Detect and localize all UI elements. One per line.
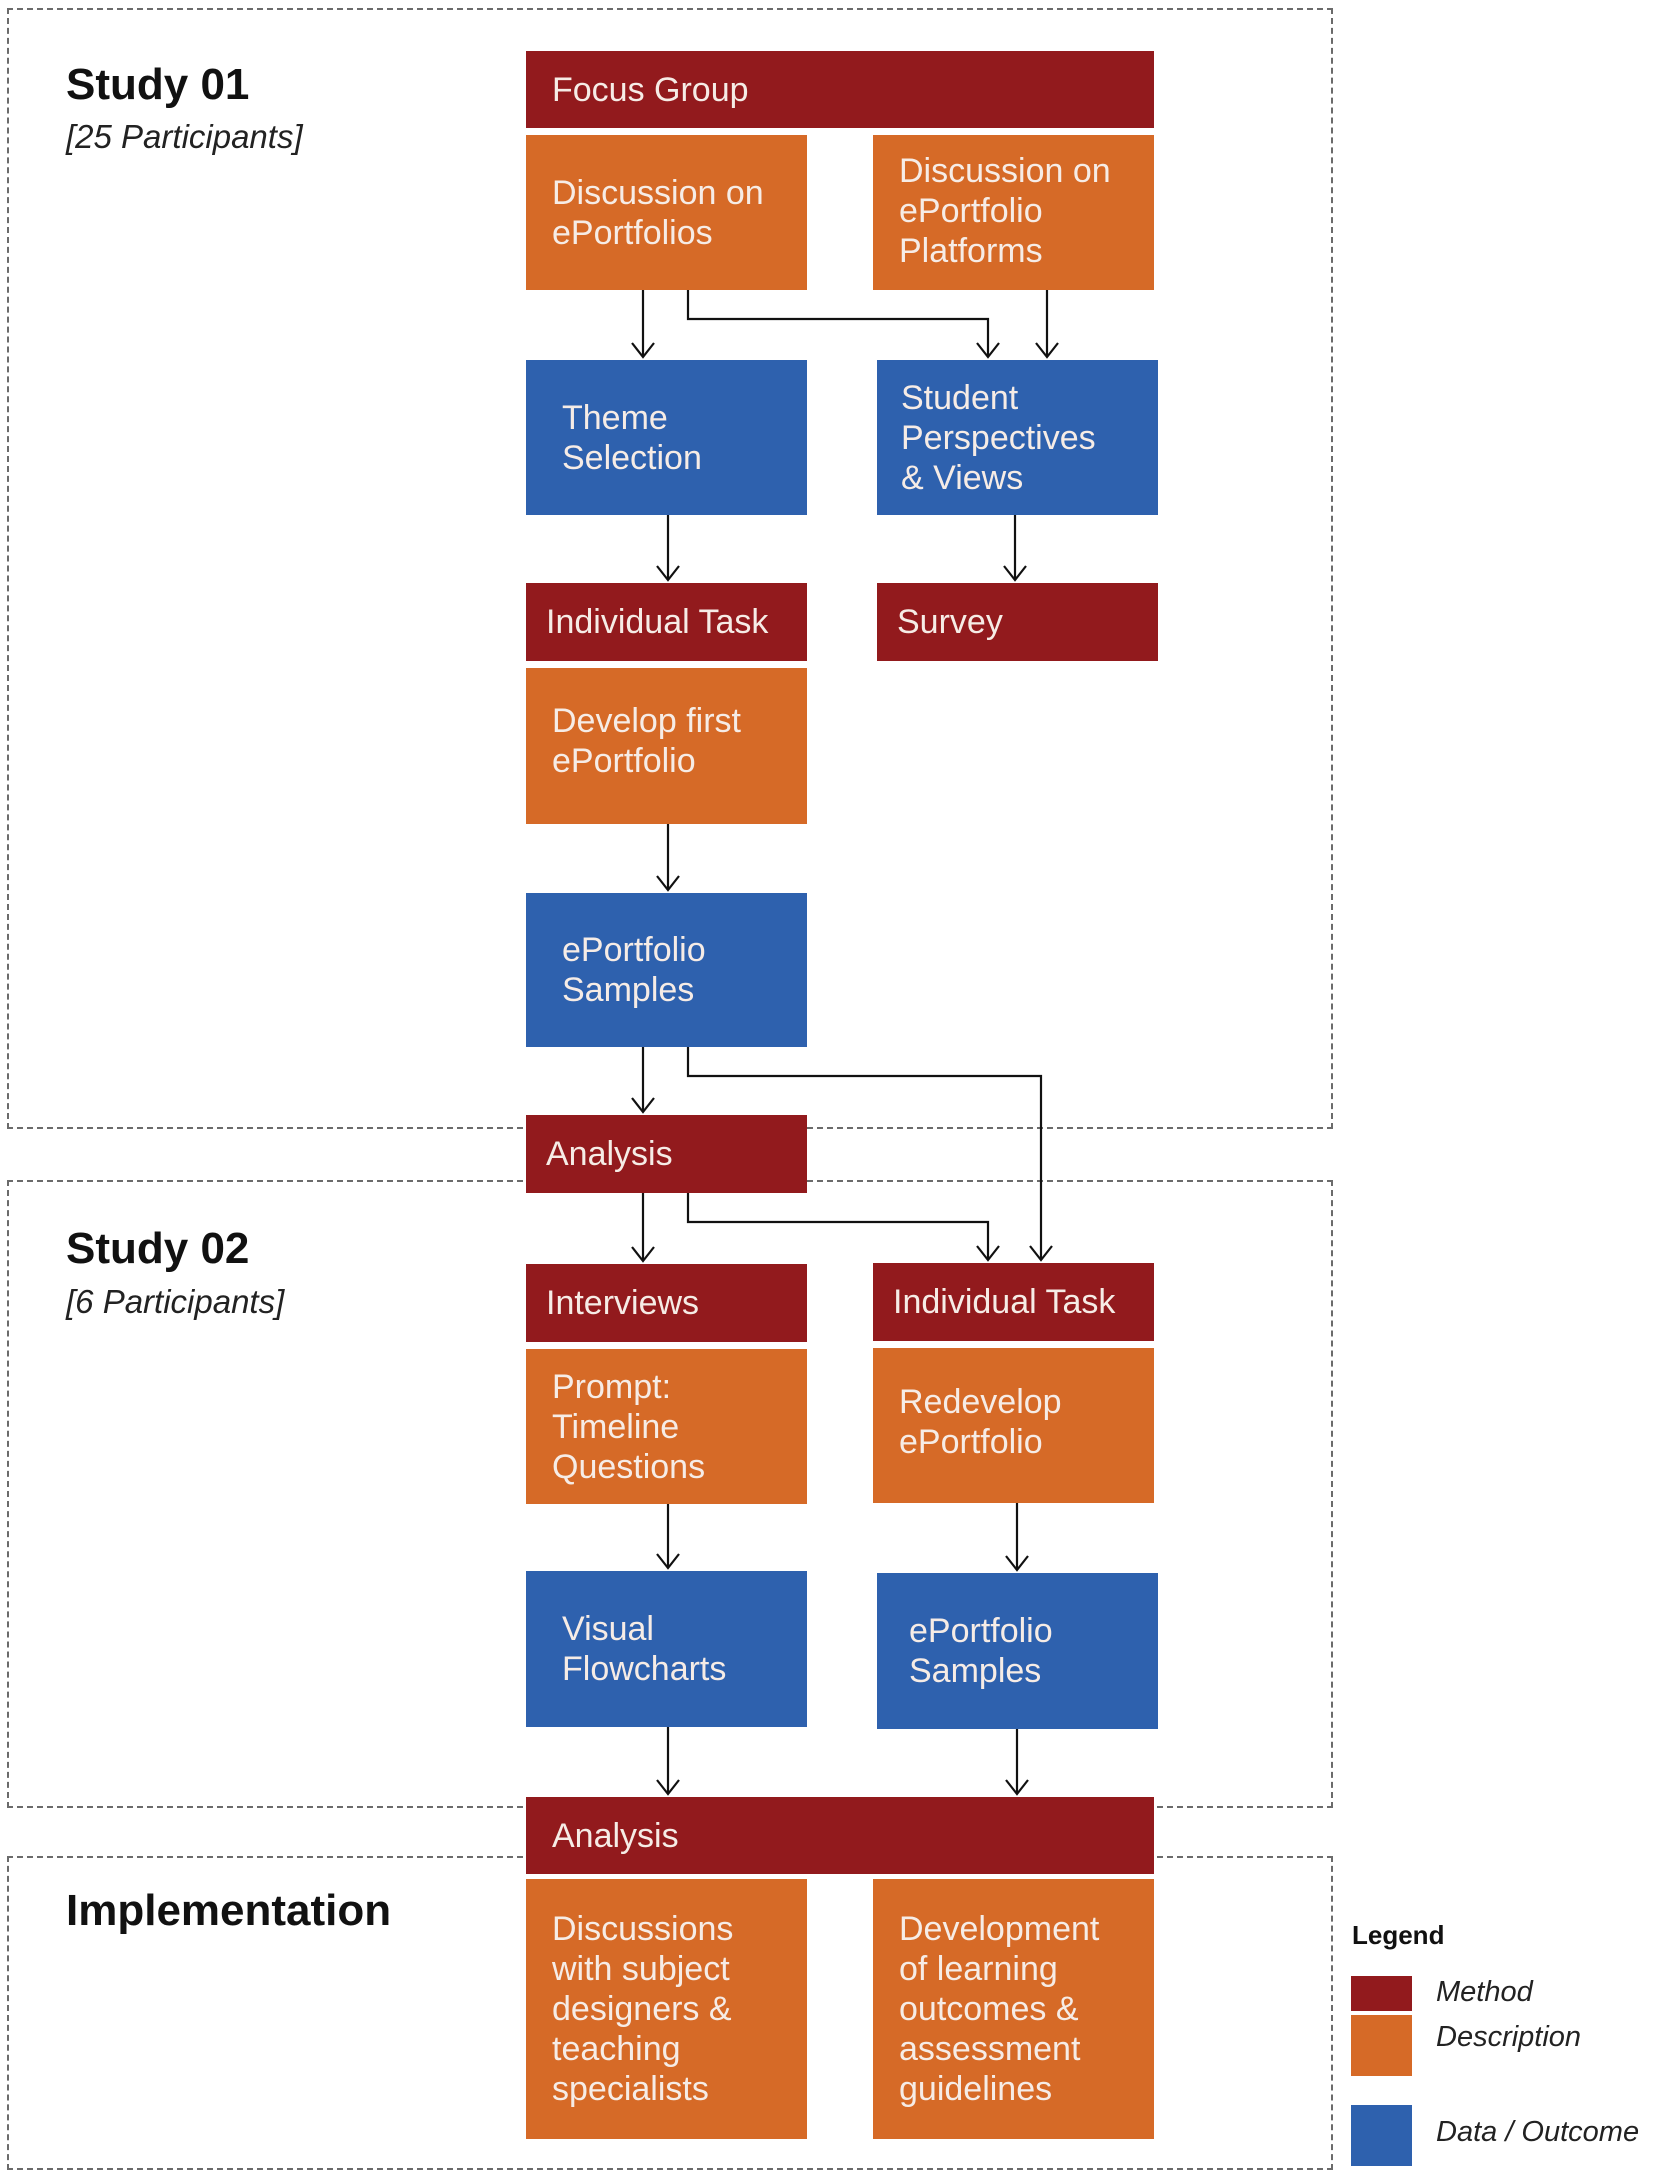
legend-label-method: Method <box>1436 1976 1533 2008</box>
analysis-node-2: Analysis <box>526 1797 1154 1874</box>
eportfolio-samples-node-2: ePortfolio Samples <box>877 1573 1158 1729</box>
theme-selection-node: Theme Selection <box>526 360 807 515</box>
implementation-title: Implementation <box>66 1886 392 1935</box>
study-01-participants: [25 Participants] <box>66 118 303 155</box>
visual-flowcharts-node: Visual Flowcharts <box>526 1571 807 1727</box>
eportfolio-samples-node: ePortfolio Samples <box>526 893 807 1047</box>
discussion-eportfolios-node: Discussion on ePortfolios <box>526 135 807 290</box>
discussions-designers-node: Discussions with subject designers & tea… <box>526 1879 807 2139</box>
analysis-node: Analysis <box>526 1115 807 1193</box>
prompt-timeline-node: Prompt: Timeline Questions <box>526 1349 807 1504</box>
focus-group-node: Focus Group <box>526 51 1154 128</box>
individual-task-node: Individual Task <box>526 583 807 661</box>
discussion-platforms-node: Discussion on ePortfolio Platforms <box>873 135 1154 290</box>
individual-task-node-2: Individual Task <box>873 1263 1154 1341</box>
survey-node: Survey <box>877 583 1158 661</box>
study-01-title: Study 01 <box>66 60 250 109</box>
development-outcomes-node: Development of learning outcomes & asses… <box>873 1879 1154 2139</box>
legend-swatch-data-outcome <box>1351 2105 1412 2166</box>
student-perspectives-node: Student Perspectives & Views <box>877 360 1158 515</box>
develop-first-eportfolio-node: Develop first ePortfolio <box>526 668 807 824</box>
interviews-node: Interviews <box>526 1264 807 1342</box>
legend-label-data-outcome: Data / Outcome <box>1436 2116 1640 2148</box>
legend-swatch-description <box>1351 2015 1412 2076</box>
study-02-title: Study 02 <box>66 1224 250 1273</box>
legend-swatch-method <box>1351 1976 1412 2011</box>
study-02-participants: [6 Participants] <box>66 1283 285 1320</box>
redevelop-eportfolio-node: Redevelop ePortfolio <box>873 1348 1154 1503</box>
legend-title: Legend <box>1352 1920 1445 1950</box>
legend-label-description: Description <box>1436 2021 1582 2053</box>
